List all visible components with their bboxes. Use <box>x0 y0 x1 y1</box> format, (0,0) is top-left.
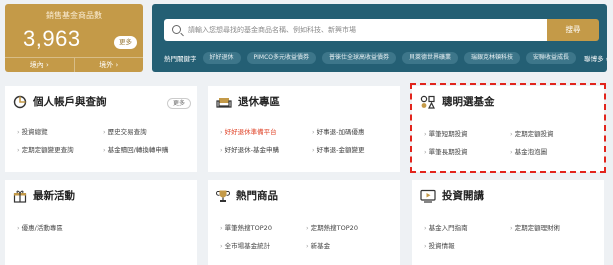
chevron-right-icon: › <box>605 56 609 63</box>
card-title: 熱門商品 <box>236 190 278 202</box>
card-link[interactable]: 好好退休準備平台 <box>220 126 312 136</box>
hot-more-link[interactable]: 聯博多 › <box>584 53 608 63</box>
card-title: 退休專區 <box>238 96 280 108</box>
card-link[interactable]: 好事退-加碼優惠 <box>312 126 398 136</box>
card-link[interactable]: 基金贖回/轉換轉申購 <box>103 144 189 154</box>
highlight-dashed-frame <box>410 83 606 173</box>
search-box <box>164 19 547 41</box>
fund-more-button[interactable]: 更多 <box>114 36 137 49</box>
account-card: 個人帳戶與查詢 更多 投資總覽 歷史交易查詢 定期定額變更查詢 基金贖回/轉換轉… <box>5 86 197 172</box>
domestic-fund-link[interactable]: 境內 › <box>5 58 74 72</box>
learn-links: 基金入門指南 定期定額理財術 投資情報 <box>424 222 596 250</box>
hot-tag[interactable]: 普徠仕全球高收益債券 <box>322 52 397 64</box>
trophy-icon <box>216 190 230 202</box>
chart-pie-icon <box>13 95 27 108</box>
card-title: 個人帳戶與查詢 <box>33 96 107 108</box>
popular-links: 單筆熱搜TOP20 定期熱搜TOP20 全市場基金統計 新基金 <box>220 222 392 250</box>
card-link[interactable]: 全市場基金統計 <box>220 240 306 250</box>
fund-count-value: 3,963 <box>23 26 81 51</box>
fund-count-label: 銷售基金商品數 <box>46 11 102 20</box>
events-card: 最新活動 優惠/活動專區 <box>5 180 197 265</box>
foreign-fund-link[interactable]: 境外 › <box>73 58 144 72</box>
hot-tag[interactable]: PIMCO多元收益債券 <box>246 52 316 64</box>
search-panel: 搜尋 熱門關鍵字 好好退休 PIMCO多元收益債券 普徠仕全球高收益債券 貝萊德… <box>152 4 608 72</box>
invest-talk-card: 投資開講 基金入門指南 定期定額理財術 投資情報 <box>412 180 604 265</box>
card-link[interactable]: 新基金 <box>306 240 392 250</box>
search-input[interactable] <box>188 22 538 38</box>
card-link[interactable]: 投資總覽 <box>17 126 103 136</box>
search-icon <box>172 25 181 34</box>
retire-card: 退休專區 好好退休準備平台 好事退-加碼優惠 好好退休-基金申購 好事退-金額變… <box>208 86 400 172</box>
card-title: 最新活動 <box>33 190 75 202</box>
hot-tag[interactable]: 貝萊德世界礦業 <box>402 52 459 64</box>
hot-tag[interactable]: 好好退休 <box>202 52 241 64</box>
card-link[interactable]: 好好退休-基金申購 <box>220 144 312 154</box>
video-play-icon <box>420 189 436 203</box>
card-link[interactable]: 好事退-金額變更 <box>312 144 398 154</box>
card-link[interactable]: 基金入門指南 <box>424 222 510 232</box>
card-link[interactable]: 單筆熱搜TOP20 <box>220 222 306 232</box>
retire-links: 好好退休準備平台 好事退-加碼優惠 好好退休-基金申購 好事退-金額變更 <box>220 126 398 154</box>
fund-count-card: 銷售基金商品數 3,963 更多 境內 › 境外 › <box>5 4 143 72</box>
card-link[interactable]: 定期定額變更查詢 <box>17 144 103 154</box>
hot-tag[interactable]: 安聯收益成長 <box>526 52 577 64</box>
gift-icon <box>13 190 27 203</box>
account-more-button[interactable]: 更多 <box>166 98 191 109</box>
hot-keywords-label: 熱門關鍵字 <box>164 55 197 63</box>
card-link[interactable]: 歷史交易查詢 <box>103 126 189 136</box>
card-title: 投資開講 <box>442 190 484 202</box>
hot-keywords-row: 熱門關鍵字 好好退休 PIMCO多元收益債券 普徠仕全球高收益債券 貝萊德世界礦… <box>164 51 608 65</box>
card-link[interactable]: 定期熱搜TOP20 <box>306 222 392 232</box>
card-link[interactable]: 定期定額理財術 <box>510 222 596 232</box>
account-links: 投資總覽 歷史交易查詢 定期定額變更查詢 基金贖回/轉換轉申購 <box>17 126 189 154</box>
search-button[interactable]: 搜尋 <box>547 19 599 41</box>
popular-card: 熱門商品 單筆熱搜TOP20 定期熱搜TOP20 全市場基金統計 新基金 <box>208 180 400 265</box>
hot-tag[interactable]: 瑞銀克林頓科技 <box>464 52 521 64</box>
armchair-icon <box>216 97 232 108</box>
fund-region-row: 境內 › 境外 › <box>5 57 143 72</box>
card-link[interactable]: 優惠/活動專區 <box>17 222 103 232</box>
events-links: 優惠/活動專區 <box>17 222 189 232</box>
card-link[interactable]: 投資情報 <box>424 240 510 250</box>
